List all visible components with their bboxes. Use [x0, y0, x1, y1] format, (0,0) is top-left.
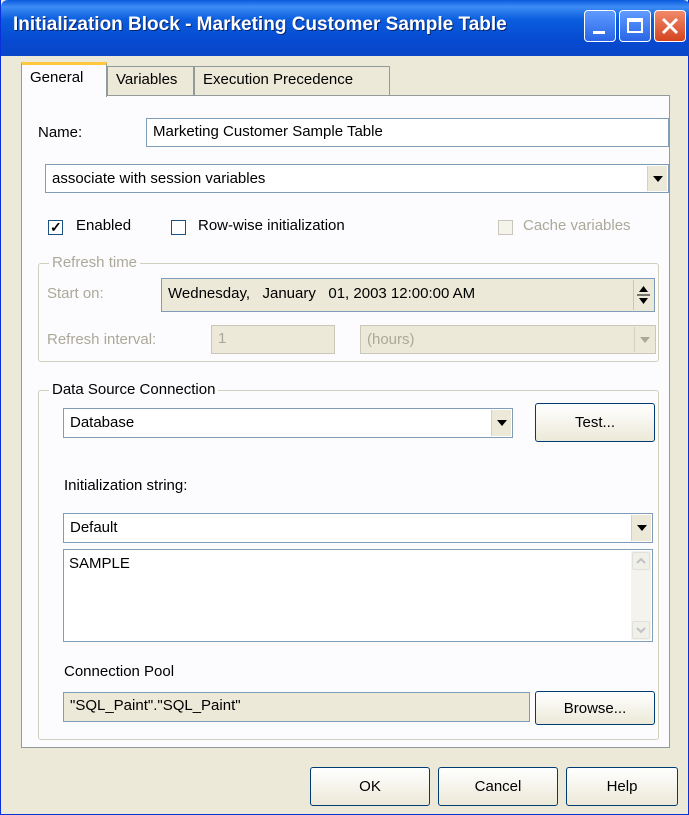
init-string-text: SAMPLE	[69, 555, 130, 572]
maximize-icon	[627, 18, 643, 33]
close-icon	[661, 17, 679, 35]
cancel-button[interactable]: Cancel	[438, 767, 558, 806]
interval-unit-select[interactable]: (hours)	[360, 325, 656, 354]
name-label: Name:	[38, 124, 83, 141]
refresh-time-legend: Refresh time	[49, 254, 141, 271]
scroll-up-button[interactable]	[632, 552, 650, 570]
chevron-down-icon	[636, 525, 647, 531]
start-on-label: Start on:	[47, 285, 104, 302]
title-bar[interactable]: Initialization Block - Marketing Custome…	[1, 0, 689, 56]
data-source-type-value: Database	[70, 414, 135, 431]
datetime-spinner[interactable]	[633, 280, 653, 310]
minimize-button[interactable]	[584, 10, 616, 42]
dropdown-button[interactable]	[647, 166, 667, 191]
close-button[interactable]	[654, 10, 686, 42]
name-field[interactable]: Marketing Customer Sample Table	[146, 118, 669, 147]
chevron-down-icon	[636, 627, 646, 634]
data-source-dropdown-button[interactable]	[491, 410, 511, 436]
init-string-dropdown-button[interactable]	[631, 515, 651, 541]
maximize-button[interactable]	[619, 10, 651, 42]
enabled-label: Enabled	[76, 217, 132, 234]
browse-button[interactable]: Browse...	[535, 691, 655, 725]
chevron-down-icon	[639, 336, 650, 343]
init-string-mode-value: Default	[70, 519, 118, 536]
refresh-interval-field[interactable]: 1	[211, 325, 335, 354]
help-button[interactable]: Help	[566, 767, 678, 806]
interval-unit-dropdown-button[interactable]	[634, 327, 654, 352]
interval-unit-value: (hours)	[367, 331, 415, 348]
tab-variables[interactable]: Variables	[107, 66, 194, 96]
checkmark-icon: ✓	[50, 219, 62, 235]
tab-general[interactable]: General	[21, 62, 107, 97]
dialog-window: Initialization Block - Marketing Custome…	[0, 0, 689, 815]
general-tab-page: Name: Marketing Customer Sample Table as…	[21, 95, 670, 748]
connection-pool-label: Connection Pool	[64, 663, 175, 680]
init-string-mode-select[interactable]: Default	[63, 513, 653, 543]
chevron-down-icon	[496, 420, 507, 426]
spinner-arrows-icon	[637, 286, 650, 304]
data-source-group: Data Source Connection Database Test... …	[38, 381, 659, 740]
window-title: Initialization Block - Marketing Custome…	[13, 14, 507, 35]
connection-pool-field[interactable]: "SQL_Paint"."SQL_Paint"	[63, 692, 530, 722]
association-value: associate with session variables	[52, 170, 266, 187]
cache-variables-checkbox[interactable]	[498, 220, 513, 235]
cache-variables-label: Cache variables	[523, 217, 631, 234]
test-button[interactable]: Test...	[535, 403, 655, 442]
textarea-scrollbar[interactable]	[631, 551, 651, 640]
refresh-time-group: Refresh time Start on: Wednesday, Januar…	[38, 254, 659, 362]
data-source-type-select[interactable]: Database	[63, 408, 513, 438]
association-select[interactable]: associate with session variables	[45, 164, 669, 193]
chevron-up-icon	[636, 557, 646, 564]
enabled-checkbox[interactable]: ✓	[48, 219, 63, 235]
init-string-label: Initialization string:	[64, 477, 188, 494]
ok-button[interactable]: OK	[310, 767, 430, 806]
refresh-interval-label: Refresh interval:	[47, 331, 157, 348]
data-source-legend: Data Source Connection	[49, 381, 219, 398]
start-on-datetime[interactable]: Wednesday, January 01, 2003 12:00:00 AM	[161, 278, 655, 312]
start-on-value: Wednesday, January 01, 2003 12:00:00 AM	[168, 285, 476, 302]
scroll-down-button[interactable]	[632, 621, 650, 639]
tab-execution-precedence[interactable]: Execution Precedence	[194, 66, 390, 96]
rowwise-checkbox[interactable]	[171, 220, 186, 235]
chevron-down-icon	[652, 175, 663, 182]
minimize-icon	[593, 31, 605, 34]
rowwise-label: Row-wise initialization	[198, 217, 345, 234]
init-string-textarea[interactable]: SAMPLE	[63, 549, 653, 642]
